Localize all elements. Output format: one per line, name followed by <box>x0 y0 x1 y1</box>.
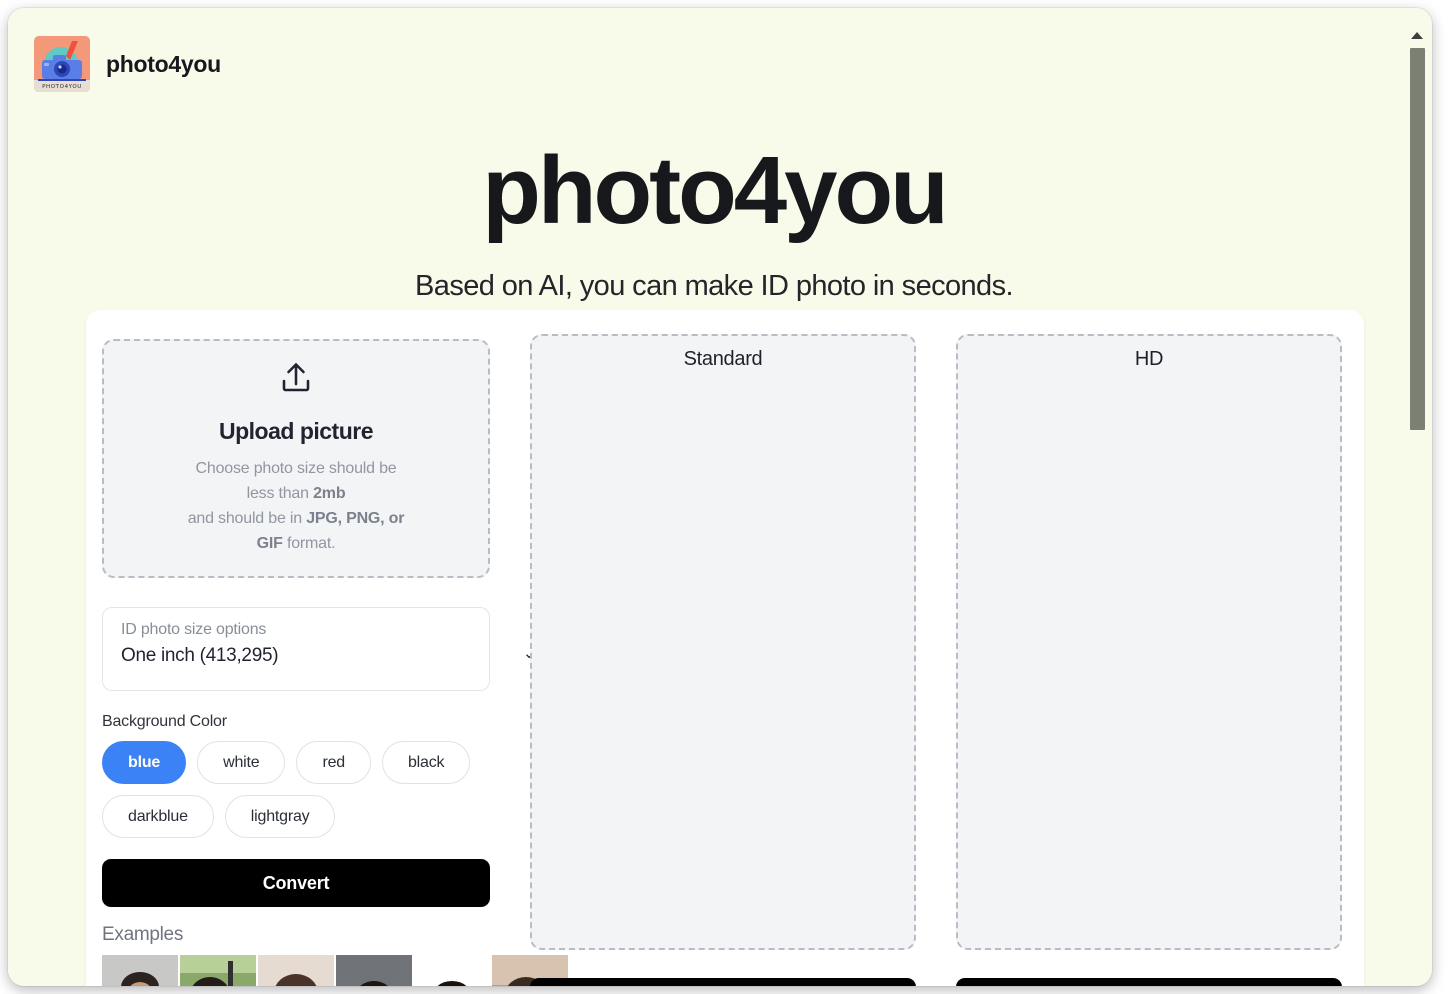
scroll-up-arrow-icon[interactable] <box>1411 32 1423 39</box>
upload-hint-size: 2mb <box>313 485 346 503</box>
bg-color-chip-black[interactable]: black <box>381 741 471 784</box>
upload-arrow-icon <box>278 360 314 401</box>
browser-window: PHOTO4YOU photo4you photo4you Based on A… <box>8 8 1432 986</box>
preview-panel-standard: Standard <box>530 334 916 950</box>
page-viewport: PHOTO4YOU photo4you photo4you Based on A… <box>8 8 1420 986</box>
preview-title-standard: Standard <box>683 348 763 370</box>
download-hd-button[interactable]: Download HD <box>956 978 1342 986</box>
background-color-label: Background Color <box>102 713 227 730</box>
examples-label: Examples <box>102 924 184 945</box>
example-thumbnail[interactable] <box>414 955 490 986</box>
upload-hint-gif: GIF <box>256 534 283 552</box>
upload-hint: Choose photo size should be less than 2m… <box>180 457 413 557</box>
page-subtitle: Based on AI, you can make ID photo in se… <box>415 270 1014 302</box>
background-color-options: blue white red black darkblue lightgray <box>102 741 502 838</box>
examples-gallery <box>102 955 568 986</box>
brand-header: PHOTO4YOU photo4you <box>34 36 221 92</box>
brand-name: photo4you <box>106 50 221 77</box>
size-select-value: One inch (413,295) <box>121 645 279 666</box>
upload-hint-line3-prefix: and should be in <box>187 510 307 527</box>
vertical-scrollbar[interactable] <box>1406 24 1428 986</box>
upload-hint-formats: JPG, PNG, or <box>306 510 405 527</box>
example-thumbnail[interactable] <box>336 955 412 986</box>
upload-dropzone[interactable]: Upload picture Choose photo size should … <box>102 339 490 578</box>
svg-text:PHOTO4YOU: PHOTO4YOU <box>42 84 82 90</box>
id-photo-size-select[interactable]: ID photo size options One inch (413,295)… <box>102 607 536 691</box>
photo4you-logo-icon[interactable]: PHOTO4YOU <box>34 36 90 92</box>
screenshot-root: PHOTO4YOU photo4you photo4you Based on A… <box>0 0 1451 994</box>
upload-title: Upload picture <box>218 418 374 445</box>
bg-color-chip-blue[interactable]: blue <box>102 741 187 784</box>
bg-color-chip-lightgray[interactable]: lightgray <box>224 795 336 838</box>
convert-button[interactable]: Convert <box>102 859 490 907</box>
controls-column: Upload picture Choose photo size should … <box>102 339 568 986</box>
bg-color-chip-white[interactable]: white <box>197 741 286 784</box>
scrollbar-thumb[interactable] <box>1410 48 1425 430</box>
bg-color-chip-darkblue[interactable]: darkblue <box>102 795 214 838</box>
download-standard-button[interactable]: Download Standard <box>530 978 916 986</box>
upload-hint-format-suffix: format. <box>282 534 336 552</box>
preview-title-hd: HD <box>1134 348 1164 370</box>
size-select-label: ID photo size options <box>121 621 267 638</box>
bg-color-chip-red[interactable]: red <box>296 741 371 784</box>
preview-panel-hd: HD <box>956 334 1342 950</box>
upload-hint-line1: Choose photo size should be <box>195 460 397 478</box>
main-card: Upload picture Choose photo size should … <box>86 310 1364 986</box>
upload-hint-line2-prefix: less than <box>246 485 314 503</box>
example-thumbnail[interactable] <box>102 955 178 986</box>
example-thumbnail[interactable] <box>258 955 334 986</box>
example-thumbnail[interactable] <box>180 955 256 986</box>
page-title: photo4you <box>482 137 949 244</box>
